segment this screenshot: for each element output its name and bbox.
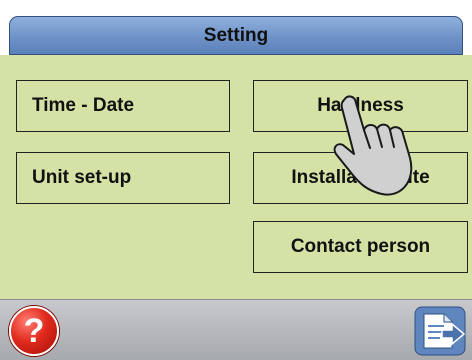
hand-pointer-icon <box>333 95 413 196</box>
time-date-label: Time - Date <box>32 95 135 116</box>
back-button[interactable] <box>414 306 466 356</box>
unit-setup-label: Unit set-up <box>32 167 132 188</box>
contact-person-label: Contact person <box>290 236 431 257</box>
title-bar: Setting <box>9 16 463 55</box>
help-icon: ? <box>23 312 45 350</box>
settings-screen: Setting Time - Date Hardness Unit set-up… <box>0 0 472 360</box>
contact-person-button[interactable]: Contact person <box>253 221 468 273</box>
back-document-icon <box>414 306 466 356</box>
footer-bar <box>0 299 472 360</box>
unit-setup-button[interactable]: Unit set-up <box>16 152 230 204</box>
time-date-button[interactable]: Time - Date <box>16 80 230 132</box>
page-title: Setting <box>203 24 269 46</box>
help-button[interactable]: ? <box>9 306 59 356</box>
